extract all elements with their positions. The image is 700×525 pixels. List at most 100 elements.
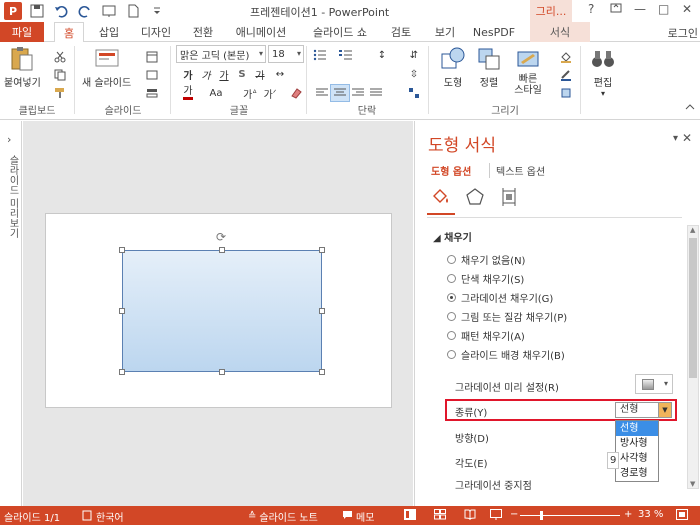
zoom-level[interactable]: 33 % <box>638 509 663 520</box>
tab-format[interactable]: 서식 <box>530 22 590 42</box>
italic-icon[interactable]: 가 <box>196 65 216 83</box>
tab-view[interactable]: 보기 <box>428 22 462 42</box>
comments-button[interactable]: 메모 <box>342 509 374 524</box>
strikethrough-icon[interactable]: 가 <box>250 65 270 83</box>
layout-icon[interactable] <box>142 48 162 66</box>
pane-scrollbar[interactable]: ▲ ▼ <box>687 225 699 489</box>
resize-handle[interactable] <box>119 369 125 375</box>
type-option-linear[interactable]: 선형 <box>616 421 658 436</box>
tab-insert[interactable]: 삽입 <box>92 22 126 42</box>
angle-input[interactable]: 9 <box>607 452 619 469</box>
justify-icon[interactable] <box>366 84 386 102</box>
collapse-ribbon-icon[interactable] <box>680 98 700 116</box>
chevron-down-icon[interactable]: ▼ <box>658 403 671 417</box>
align-text-icon[interactable]: ⇳ <box>404 65 424 83</box>
character-spacing-icon[interactable]: ↔ <box>270 65 290 83</box>
rotate-handle-icon[interactable]: ⟳ <box>216 230 226 244</box>
radio-pattern-fill[interactable]: 패턴 채우기(A) <box>447 328 525 343</box>
tab-text-options[interactable]: 텍스트 옵션 <box>489 163 545 178</box>
resize-handle[interactable] <box>219 247 225 253</box>
restore-button[interactable]: □ <box>658 2 669 16</box>
copy-icon[interactable] <box>50 66 70 84</box>
font-color-icon[interactable]: 가 <box>178 84 198 102</box>
tab-transitions[interactable]: 전환 <box>186 22 220 42</box>
increase-font-icon[interactable]: 가ᐞ <box>240 84 260 102</box>
start-from-beginning-icon[interactable] <box>100 2 118 20</box>
reset-slide-icon[interactable] <box>142 66 162 84</box>
radio-button-checked[interactable] <box>447 293 456 302</box>
change-case-icon[interactable]: Aa <box>206 84 226 102</box>
slide-editing-area[interactable]: ⟳ <box>23 121 413 506</box>
help-button[interactable]: ? <box>588 2 594 16</box>
align-center-icon[interactable] <box>330 84 350 102</box>
new-slide-button[interactable]: 새 슬라이드 <box>82 44 131 89</box>
gradient-preset-dropdown[interactable]: ▾ <box>635 374 673 394</box>
shape-outline-icon[interactable] <box>556 66 576 84</box>
bold-icon[interactable]: 가 <box>178 65 198 83</box>
effects-pentagon-icon[interactable] <box>463 185 487 209</box>
save-icon[interactable] <box>28 2 46 20</box>
tab-slideshow[interactable]: 슬라이드 쇼 <box>306 22 374 42</box>
section-fill-header[interactable]: ◢ 채우기 <box>433 229 472 244</box>
align-right-icon[interactable] <box>348 84 368 102</box>
radio-button[interactable] <box>447 331 456 340</box>
undo-icon[interactable] <box>52 2 70 20</box>
fill-line-icon[interactable] <box>429 185 453 209</box>
tab-home[interactable]: 홈 <box>54 22 84 43</box>
radio-button[interactable] <box>447 312 456 321</box>
zoom-in-icon[interactable]: + <box>624 509 632 520</box>
slideshow-icon[interactable] <box>490 509 502 520</box>
bullets-icon[interactable] <box>310 46 330 64</box>
tab-animations[interactable]: 애니메이션 <box>226 22 296 42</box>
tab-review[interactable]: 검토 <box>384 22 418 42</box>
underline-icon[interactable]: 가 <box>214 65 234 83</box>
notes-button[interactable]: ≙ 슬라이드 노트 <box>248 509 318 524</box>
resize-handle[interactable] <box>319 247 325 253</box>
close-button[interactable]: ✕ <box>682 2 692 16</box>
radio-button[interactable] <box>447 255 456 264</box>
normal-view-icon[interactable] <box>404 509 416 520</box>
reading-view-icon[interactable] <box>464 509 476 520</box>
text-direction-icon[interactable]: ⇵ <box>404 46 424 64</box>
radio-button[interactable] <box>447 274 456 283</box>
font-name-combo[interactable]: 맑은 고딕 (본문) ▾ <box>176 45 266 63</box>
radio-slide-background-fill[interactable]: 슬라이드 배경 채우기(B) <box>447 347 565 362</box>
radio-picture-fill[interactable]: 그림 또는 질감 채우기(P) <box>447 309 567 324</box>
radio-gradient-fill[interactable]: 그라데이션 채우기(G) <box>447 290 553 305</box>
thumbnail-pane-collapsed[interactable]: › 슬라이드 미리보기 <box>0 121 22 506</box>
format-painter-icon[interactable] <box>50 84 70 102</box>
tab-shape-options[interactable]: 도형 옵션 <box>431 163 471 178</box>
resize-handle[interactable] <box>319 308 325 314</box>
scroll-down-icon[interactable]: ▼ <box>690 480 695 488</box>
resize-handle[interactable] <box>319 369 325 375</box>
slide[interactable]: ⟳ <box>45 213 392 408</box>
language-indicator[interactable]: 한국어 <box>82 509 124 524</box>
numbering-icon[interactable] <box>336 46 356 64</box>
type-option-rectangular[interactable]: 사각형 <box>616 451 658 466</box>
shapes-button[interactable]: 도형 <box>438 44 468 89</box>
zoom-slider[interactable] <box>520 515 620 516</box>
shape-fill-icon[interactable] <box>556 48 576 66</box>
type-option-radial[interactable]: 방사형 <box>616 436 658 451</box>
resize-handle[interactable] <box>119 247 125 253</box>
zoom-slider-thumb[interactable] <box>540 511 543 520</box>
scrollbar-thumb[interactable] <box>689 238 697 378</box>
type-option-path[interactable]: 경로형 <box>616 466 658 481</box>
redo-icon[interactable] <box>76 2 94 20</box>
smartart-convert-icon[interactable] <box>404 84 424 102</box>
quick-styles-button[interactable]: 빠른 스타일 <box>508 44 548 96</box>
slide-sorter-icon[interactable] <box>434 509 446 520</box>
line-spacing-icon[interactable]: ↕ <box>372 46 392 64</box>
minimize-button[interactable]: — <box>634 2 646 16</box>
cut-icon[interactable] <box>50 48 70 66</box>
font-size-combo[interactable]: 18 ▾ <box>268 45 304 63</box>
radio-no-fill[interactable]: 채우기 없음(N) <box>447 252 525 267</box>
shape-effects-icon[interactable] <box>556 84 576 102</box>
expand-thumbnails-icon[interactable]: › <box>7 133 11 146</box>
resize-handle[interactable] <box>219 369 225 375</box>
tab-file[interactable]: 파일 <box>0 22 44 42</box>
tab-nespdf[interactable]: NesPDF <box>468 22 520 42</box>
chevron-down-icon[interactable]: ▾ <box>297 49 301 58</box>
chevron-down-icon[interactable]: ▾ <box>259 49 263 58</box>
type-select[interactable]: 선형 ▼ <box>615 402 672 418</box>
